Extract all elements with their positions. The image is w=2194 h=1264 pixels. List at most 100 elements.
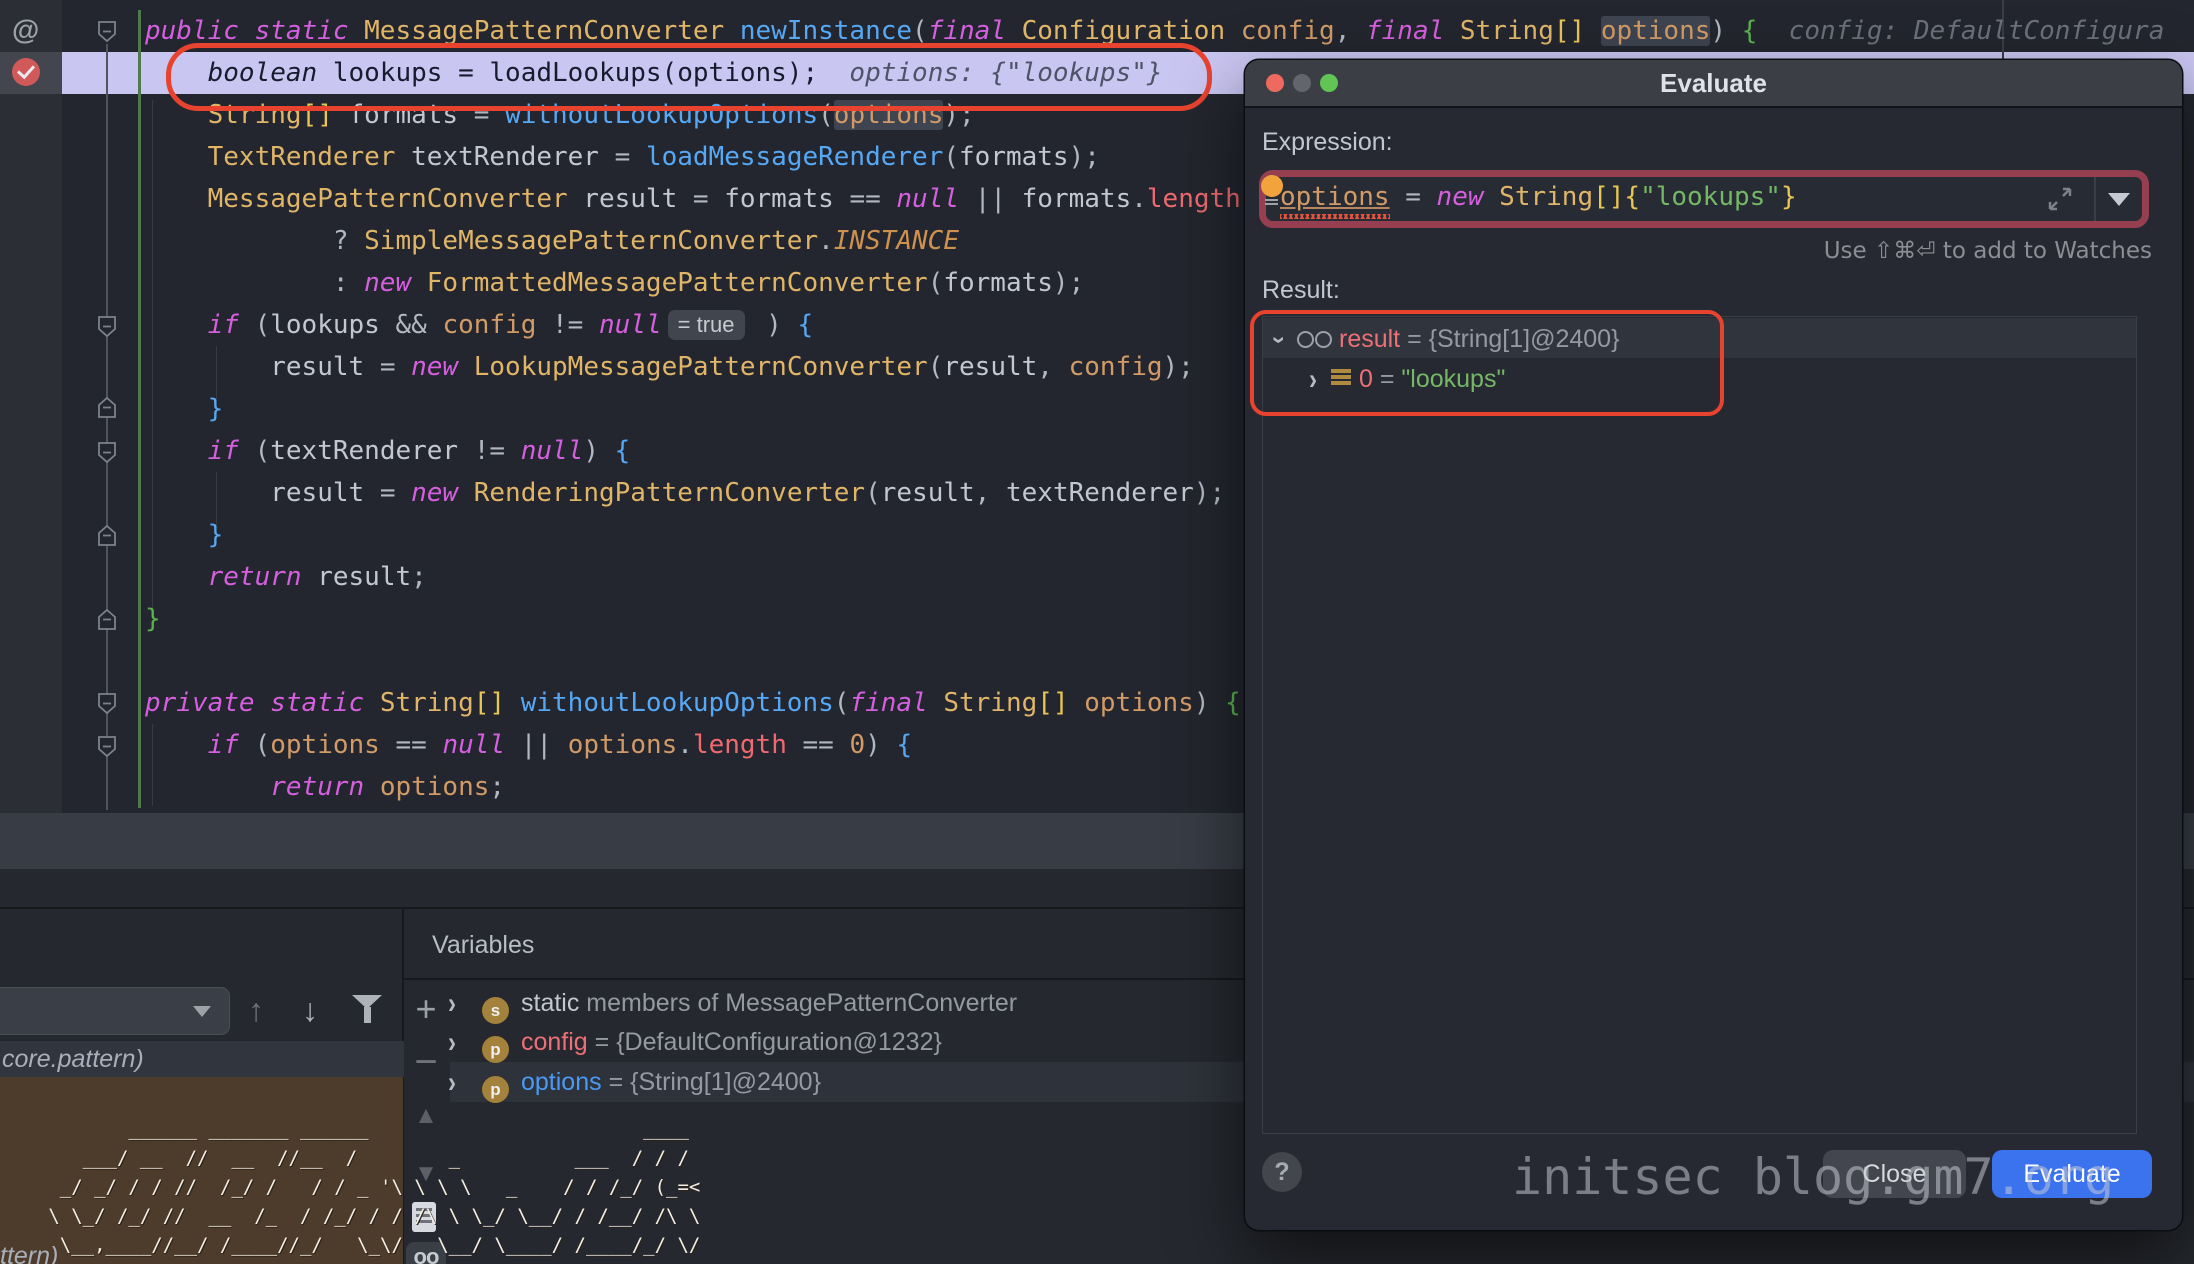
code-token: INSTANCE xyxy=(834,226,959,256)
code-token: options xyxy=(270,730,395,760)
code-token: result xyxy=(270,478,380,508)
code-token: result xyxy=(568,184,693,214)
variable-value: = {String[1]@2400} xyxy=(602,1068,821,1096)
code-line[interactable]: } xyxy=(145,514,223,556)
code-token: FormattedMessagePatternConverter xyxy=(427,268,928,298)
code-token: } xyxy=(1781,182,1797,212)
code-token: result xyxy=(317,562,411,592)
stack-frame-row[interactable]: core.pattern) xyxy=(0,1041,404,1077)
code-token: != xyxy=(474,436,521,466)
thread-selector-dropdown[interactable] xyxy=(0,987,230,1035)
code-line[interactable]: : new FormattedMessagePatternConverter(f… xyxy=(145,262,1084,304)
code-token xyxy=(145,562,208,592)
help-button[interactable]: ? xyxy=(1262,1152,1302,1192)
code-line[interactable]: if (textRenderer != null) { xyxy=(145,430,630,472)
code-token: options xyxy=(1084,688,1194,718)
expression-label: Expression: xyxy=(1262,128,1393,157)
filter-icon-button[interactable] xyxy=(352,995,384,1025)
code-token: LookupMessagePatternConverter xyxy=(474,352,928,382)
code-token xyxy=(145,226,333,256)
code-token xyxy=(145,730,208,760)
up-arrow-button[interactable]: ↑ xyxy=(248,992,264,1029)
down-arrow-button[interactable]: ↓ xyxy=(302,992,318,1029)
code-token: result xyxy=(881,478,975,508)
code-token: options xyxy=(568,730,678,760)
code-token: ); xyxy=(1053,268,1084,298)
code-token: && xyxy=(395,310,442,340)
code-token: { xyxy=(1225,688,1241,718)
code-line[interactable]: MessagePatternConverter result = formats… xyxy=(145,178,1319,220)
code-line[interactable]: private static String[] withoutLookupOpt… xyxy=(145,682,1241,724)
code-token xyxy=(1585,16,1601,46)
code-token: ) xyxy=(1194,688,1225,718)
code-token: ( xyxy=(928,268,944,298)
code-token: length xyxy=(693,730,787,760)
code-line[interactable]: } xyxy=(145,388,223,430)
code-token: 0 xyxy=(849,730,865,760)
code-token: , xyxy=(975,478,1006,508)
close-button[interactable]: Close xyxy=(1823,1150,1966,1198)
code-token: config xyxy=(1069,352,1163,382)
expression-code[interactable]: options = new String[]{"lookups"} xyxy=(1280,182,1797,212)
intention-bulb-icon[interactable] xyxy=(1261,175,1283,197)
code-token: textRenderer xyxy=(1006,478,1194,508)
code-token: private static xyxy=(145,688,380,718)
code-token: ) xyxy=(583,436,614,466)
chevron-right-icon[interactable]: › xyxy=(448,1058,456,1108)
annotation-rect-result xyxy=(1250,310,1724,416)
code-line[interactable]: if (lookups && config != null= true ) { xyxy=(145,304,813,346)
variable-row[interactable]: ›sstatic members of MessagePatternConver… xyxy=(448,983,1017,1023)
code-token: != xyxy=(552,310,599,340)
evaluate-button[interactable]: Evaluate xyxy=(1992,1150,2152,1198)
code-token: = xyxy=(380,478,411,508)
code-token: public static xyxy=(145,16,364,46)
code-token: lookups xyxy=(270,310,395,340)
code-line[interactable]: TextRenderer textRenderer = loadMessageR… xyxy=(145,136,1100,178)
static-icon: s xyxy=(482,997,509,1024)
code-token: ( xyxy=(255,310,271,340)
code-token: [] xyxy=(1037,688,1068,718)
code-token: loadMessageRenderer xyxy=(646,142,943,172)
code-token: , xyxy=(1037,352,1068,382)
code-token: new xyxy=(411,352,474,382)
expand-icon[interactable] xyxy=(2046,185,2074,213)
add-watch-button[interactable]: + xyxy=(404,988,448,1030)
code-token: = true xyxy=(668,310,745,340)
code-line[interactable]: return options; xyxy=(145,766,505,808)
code-token: || xyxy=(521,730,568,760)
code-token: ; xyxy=(411,562,427,592)
variable-value: members of MessagePatternConverter xyxy=(579,989,1017,1017)
code-token: String xyxy=(943,688,1037,718)
dialog-titlebar[interactable]: Evaluate xyxy=(1245,60,2182,108)
variable-row[interactable]: ›pconfig = {DefaultConfiguration@1232} xyxy=(448,1022,942,1062)
code-line[interactable]: if (options == null || options.length ==… xyxy=(145,724,912,766)
code-token: final xyxy=(1366,16,1460,46)
code-line[interactable]: ? SimpleMessagePatternConverter.INSTANCE xyxy=(145,220,959,262)
code-token: == xyxy=(849,184,896,214)
code-token: config xyxy=(442,310,552,340)
code-token: formats xyxy=(1022,184,1132,214)
code-token: new xyxy=(1437,182,1500,212)
code-token: textRenderer xyxy=(395,142,614,172)
code-token: [] xyxy=(1554,16,1585,46)
code-token: final xyxy=(849,688,943,718)
variable-row[interactable]: ›poptions = {String[1]@2400} xyxy=(448,1062,821,1102)
remove-watch-button[interactable]: − xyxy=(404,1040,448,1085)
code-line[interactable]: result = new LookupMessagePatternConvert… xyxy=(145,346,1194,388)
code-token: ( xyxy=(912,16,928,46)
code-token: } xyxy=(208,520,224,550)
expression-input[interactable]: options = new String[]{"lookups"} xyxy=(1259,170,2149,228)
variable-name: static xyxy=(521,989,579,1017)
parameter-icon: p xyxy=(482,1036,509,1063)
code-token xyxy=(145,478,270,508)
history-dropdown-icon[interactable] xyxy=(2108,193,2130,206)
result-tree[interactable]: ›result = {String[1]@2400}›0 = "lookups" xyxy=(1262,316,2137,1134)
code-line[interactable]: result = new RenderingPatternConverter(r… xyxy=(145,472,1225,514)
code-token: == xyxy=(787,730,850,760)
code-token: = xyxy=(693,184,724,214)
code-token: ( xyxy=(865,478,881,508)
code-token: = xyxy=(1390,182,1437,212)
code-line[interactable]: } xyxy=(145,598,161,640)
code-line[interactable]: return result; xyxy=(145,556,427,598)
code-token: ) xyxy=(865,730,896,760)
